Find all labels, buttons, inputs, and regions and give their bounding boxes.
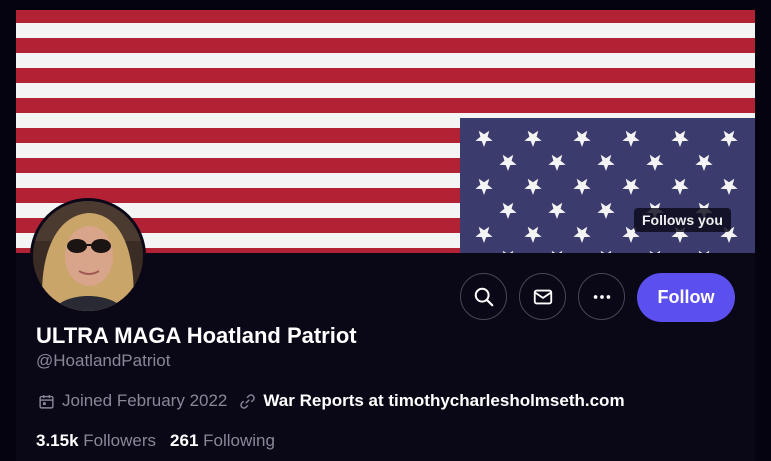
followers-link[interactable]: 3.15k Followers bbox=[36, 431, 156, 451]
message-button[interactable] bbox=[519, 273, 566, 320]
profile-card: Follows you Follow ULTRA MAGA Hoatland P… bbox=[16, 10, 755, 461]
following-count: 261 bbox=[170, 431, 199, 450]
link-icon bbox=[239, 393, 256, 410]
following-label: Following bbox=[203, 431, 275, 450]
follows-you-badge: Follows you bbox=[634, 208, 731, 232]
flag-canton bbox=[460, 118, 755, 253]
more-button[interactable] bbox=[578, 273, 625, 320]
flag-red-stripe bbox=[16, 98, 755, 113]
display-name: ULTRA MAGA Hoatland Patriot bbox=[36, 323, 357, 348]
following-link[interactable]: 261 Following bbox=[170, 431, 275, 451]
calendar-icon bbox=[38, 393, 55, 410]
flag-red-stripe bbox=[16, 10, 755, 23]
website-link[interactable]: War Reports at timothycharlesholmseth.co… bbox=[263, 391, 624, 411]
handle: @HoatlandPatriot bbox=[36, 351, 171, 370]
avatar[interactable] bbox=[30, 198, 146, 314]
flag-red-stripe bbox=[16, 38, 755, 53]
search-icon bbox=[474, 287, 493, 306]
profile-meta: Joined February 2022 War Reports at timo… bbox=[38, 390, 625, 412]
joined-date: Joined February 2022 bbox=[62, 391, 228, 410]
avatar-photo bbox=[33, 201, 143, 311]
mail-icon bbox=[533, 289, 552, 304]
followers-label: Followers bbox=[83, 431, 157, 450]
search-button[interactable] bbox=[460, 273, 507, 320]
profile-stats: 3.15k Followers 261 Following bbox=[36, 430, 275, 452]
flag-red-stripe bbox=[16, 68, 755, 83]
more-icon bbox=[593, 294, 610, 299]
followers-count: 3.15k bbox=[36, 431, 79, 450]
follow-button[interactable]: Follow bbox=[637, 273, 735, 322]
